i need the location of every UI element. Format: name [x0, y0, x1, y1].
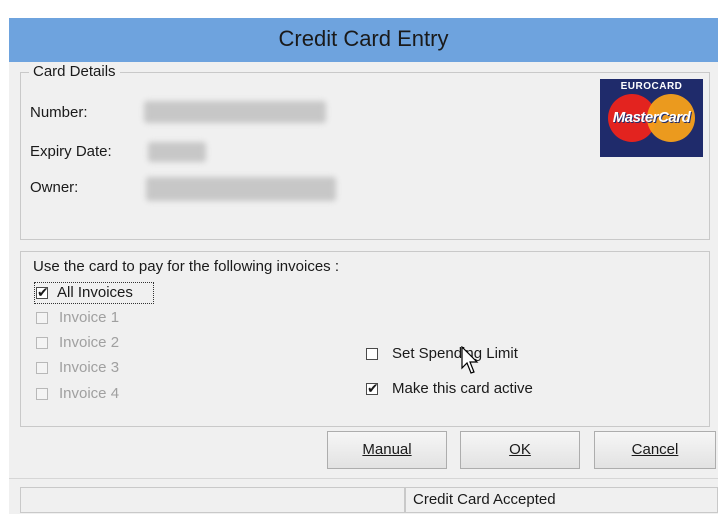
manual-button[interactable]: Manual: [327, 431, 447, 469]
invoice-3-label: Invoice 3: [59, 359, 120, 376]
invoices-group: Use the card to pay for the following in…: [20, 251, 710, 427]
invoice-3-checkbox[interactable]: [36, 362, 48, 374]
owner-label: Owner:: [30, 179, 79, 196]
status-bar-cell-empty: [20, 487, 405, 513]
card-number-value-redacted: [144, 101, 326, 123]
expiry-date-value-redacted: [148, 142, 206, 162]
invoice-1-checkbox[interactable]: [36, 312, 48, 324]
make-card-active-label[interactable]: Make this card active: [392, 380, 533, 397]
invoice-2-checkbox[interactable]: [36, 337, 48, 349]
set-spending-limit-checkbox[interactable]: [366, 348, 378, 360]
all-invoices-checkbox[interactable]: ✔: [36, 284, 49, 300]
make-card-active-checkbox[interactable]: ✔: [366, 380, 379, 396]
check-icon: ✔: [37, 284, 49, 300]
invoices-prompt: Use the card to pay for the following in…: [33, 258, 339, 275]
invoice-1-label: Invoice 1: [59, 309, 120, 326]
invoice-2-label: Invoice 2: [59, 334, 120, 351]
manual-button-label: Manual: [362, 441, 412, 458]
mastercard-logo: EUROCARD MasterCard: [600, 79, 703, 157]
mastercard-brand-text: MasterCard: [612, 109, 691, 126]
owner-value-redacted: [146, 177, 336, 201]
status-bar-divider: [9, 478, 718, 479]
eurocard-text: EUROCARD: [620, 81, 683, 92]
title-bar[interactable]: Credit Card Entry: [9, 18, 718, 62]
ok-button[interactable]: OK: [460, 431, 580, 469]
cancel-button-label: Cancel: [631, 441, 679, 458]
number-label: Number:: [30, 104, 88, 121]
check-icon: ✔: [367, 380, 379, 396]
cancel-button[interactable]: Cancel: [594, 431, 716, 469]
set-spending-limit-label[interactable]: Set Spending Limit: [392, 345, 518, 362]
mouse-pointer-icon: [461, 346, 479, 374]
card-details-legend: Card Details: [29, 63, 120, 80]
card-details-group: Card Details Number: Expiry Date: Owner:…: [20, 63, 710, 240]
expiry-date-label: Expiry Date:: [30, 143, 112, 160]
dialog-body: Card Details Number: Expiry Date: Owner:…: [9, 62, 718, 514]
status-bar-message: Credit Card Accepted: [405, 487, 718, 513]
invoice-4-checkbox[interactable]: [36, 388, 48, 400]
all-invoices-label[interactable]: All Invoices: [57, 284, 133, 301]
ok-button-label: OK: [509, 441, 531, 458]
credit-card-entry-window: Credit Card Entry Card Details Number: E…: [9, 18, 718, 514]
invoice-4-label: Invoice 4: [59, 385, 120, 402]
window-title: Credit Card Entry: [278, 26, 449, 51]
